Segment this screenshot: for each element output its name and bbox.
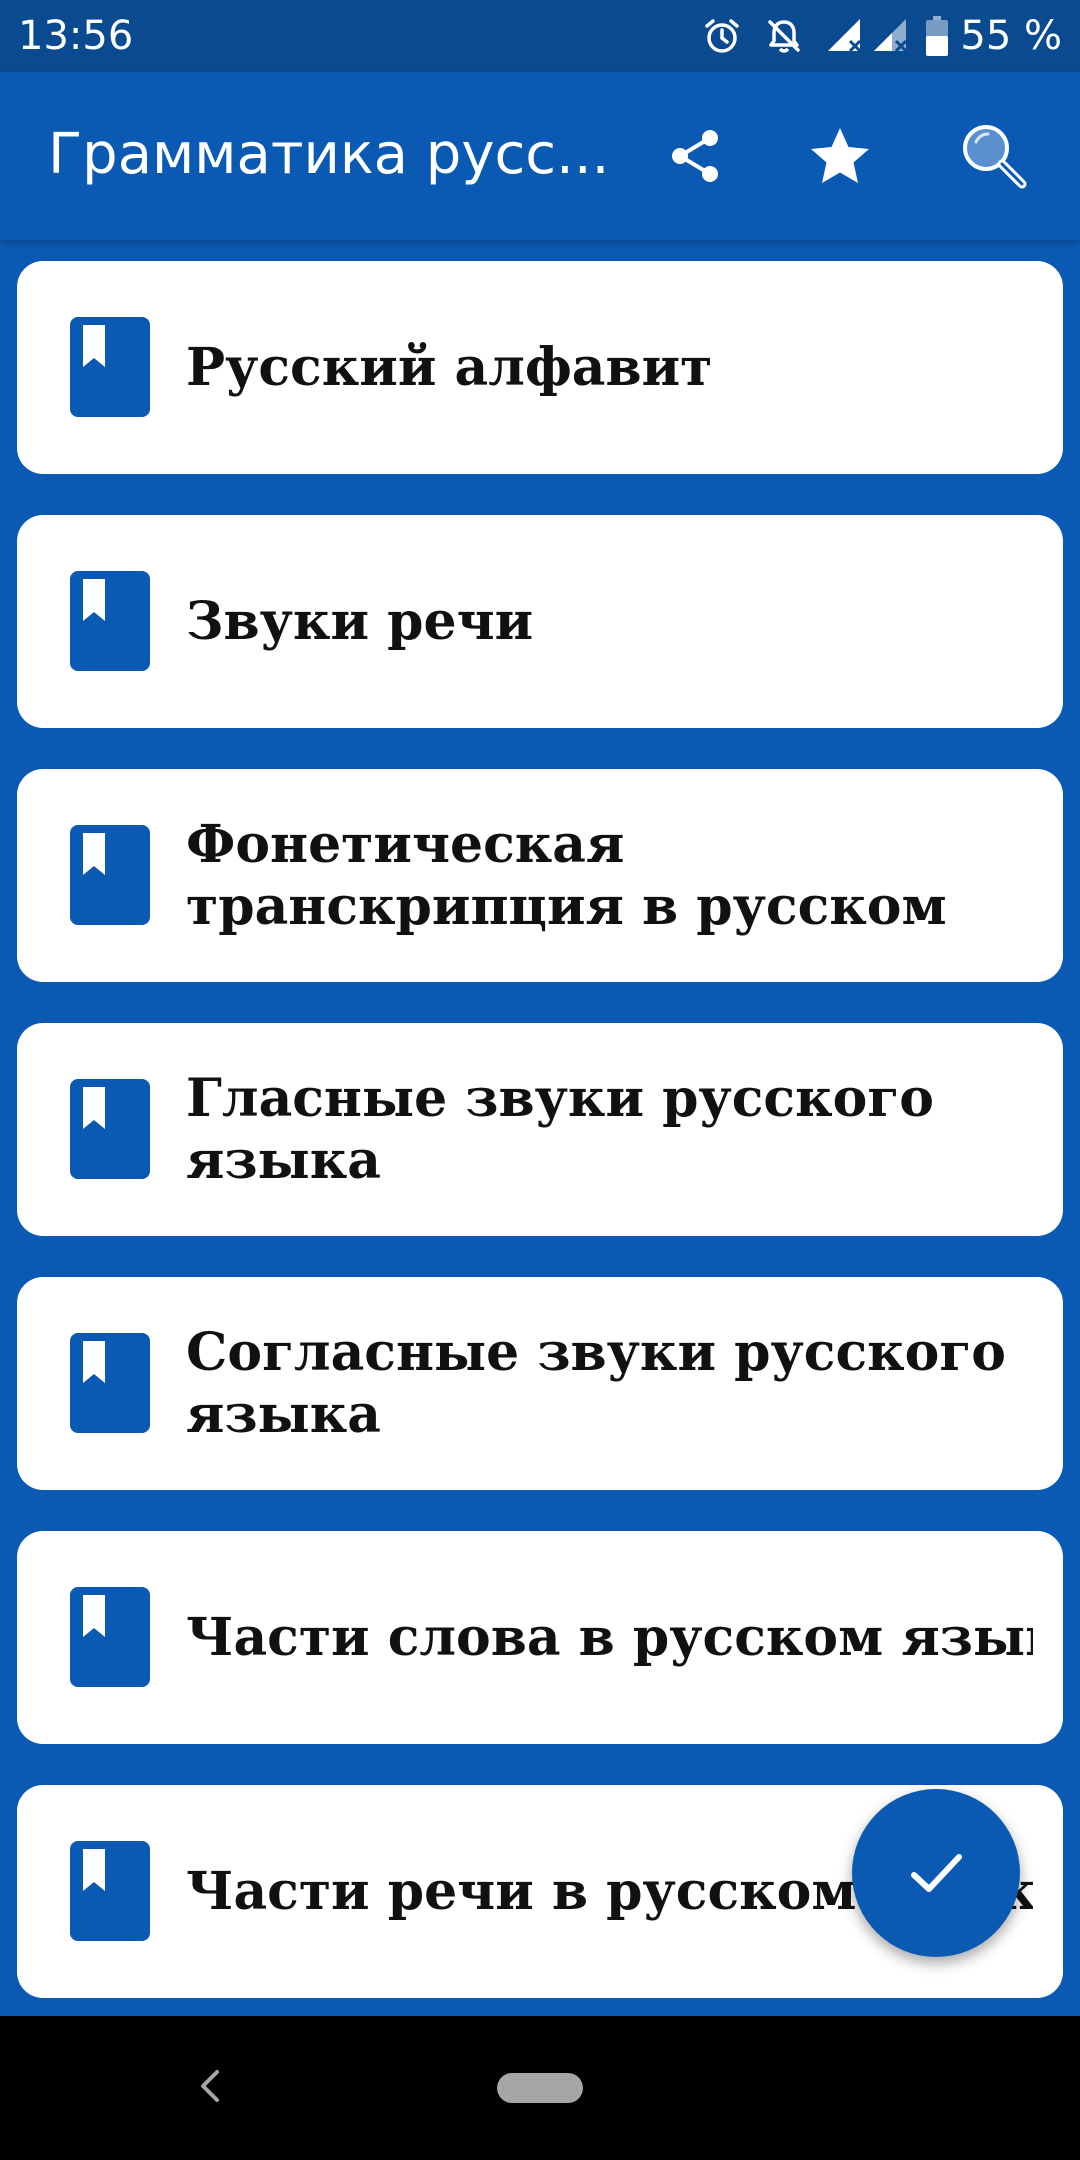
list-item[interactable]: Согласные звуки русского языка <box>17 1277 1063 1490</box>
bookmark-book-icon <box>70 1079 150 1179</box>
favorite-button[interactable] <box>798 114 882 198</box>
star-icon <box>811 128 869 183</box>
check-icon <box>911 1854 962 1892</box>
share-button[interactable] <box>654 114 738 198</box>
status-icons: 55 % <box>680 12 1062 60</box>
status-time: 13:56 <box>18 13 134 59</box>
list-item-label: Гласные звуки русского языка <box>186 1067 934 1191</box>
search-icon <box>963 125 1027 189</box>
battery-icon <box>926 16 949 56</box>
screen: 13:56 55 % Грамматика русс... Русский ал… <box>0 0 1080 2160</box>
battery-percent: 55 % <box>960 13 1062 59</box>
back-icon <box>201 2070 219 2102</box>
search-button[interactable] <box>952 114 1036 198</box>
list-item-label: Фонетическая транскрипция в русском <box>186 813 947 937</box>
back-button[interactable] <box>180 2056 240 2116</box>
list-item[interactable]: Русский алфавит <box>17 261 1063 474</box>
share-icon <box>672 130 718 182</box>
list-item[interactable]: Фонетическая транскрипция в русском <box>17 769 1063 982</box>
alarm-icon <box>702 16 742 56</box>
bookmark-book-icon <box>70 1841 150 1941</box>
list-item-label: Согласные звуки русского языка <box>186 1321 1006 1445</box>
list-item-label: Части слова в русском языке <box>186 1606 1033 1668</box>
status-bar: 13:56 55 % <box>0 0 1080 72</box>
confirm-fab[interactable] <box>852 1789 1020 1957</box>
bookmark-book-icon <box>70 317 150 417</box>
navigation-bar <box>0 2016 1080 2160</box>
list-item-label: Русский алфавит <box>186 336 713 398</box>
bookmark-book-icon <box>70 825 150 925</box>
bookmark-book-icon <box>70 1333 150 1433</box>
list-item[interactable]: Звуки речи <box>17 515 1063 728</box>
signal-1-icon <box>826 17 864 55</box>
home-pill-icon[interactable] <box>497 2073 583 2103</box>
bookmark-book-icon <box>70 571 150 671</box>
list-item[interactable]: Части слова в русском языке <box>17 1531 1063 1744</box>
list-item-label: Звуки речи <box>186 590 534 652</box>
app-bar: Грамматика русс... <box>0 72 1080 240</box>
notifications-off-icon <box>764 16 804 56</box>
app-title: Грамматика русс... <box>48 122 610 187</box>
bookmark-book-icon <box>70 1587 150 1687</box>
list-item[interactable]: Гласные звуки русского языка <box>17 1023 1063 1236</box>
signal-2-icon <box>872 17 910 55</box>
